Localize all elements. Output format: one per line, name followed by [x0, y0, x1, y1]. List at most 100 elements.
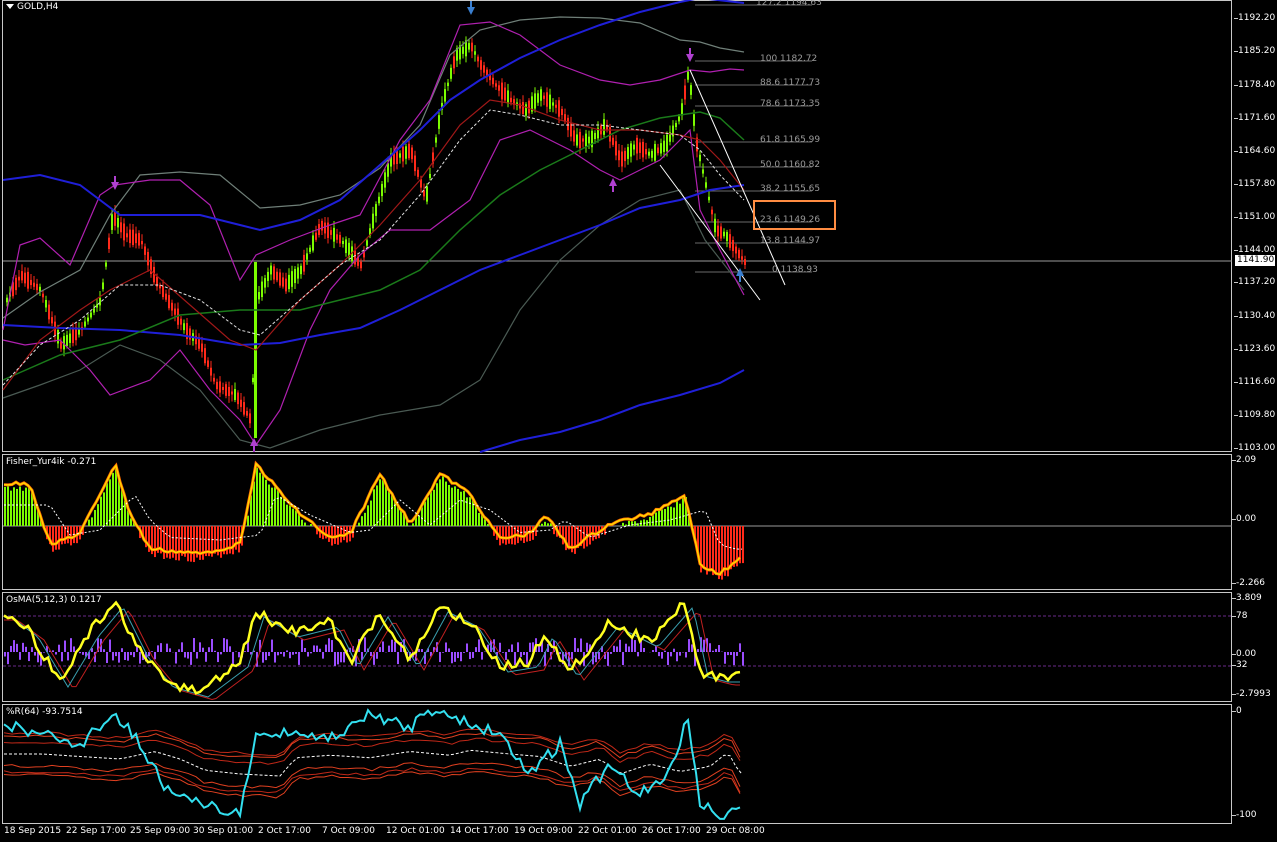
osma-hist-bar	[616, 646, 618, 652]
candle-body	[168, 295, 170, 309]
candle-body	[585, 133, 587, 147]
candle-body	[213, 377, 215, 382]
osma-hist-bar	[637, 652, 639, 657]
osma-hist-bar	[271, 639, 273, 652]
osma-hist-bar	[526, 652, 528, 665]
candle-body	[639, 142, 641, 153]
candle-body	[594, 132, 596, 140]
candle-body	[408, 143, 410, 159]
candle-body	[162, 286, 164, 298]
osma-hist-bar	[379, 647, 381, 652]
fisher-hist-bar	[520, 526, 522, 541]
candle-body	[123, 223, 125, 241]
main-chart-pane[interactable]: GOLD,H4 127.2 1194.63 100 1182.72 88.6 117…	[0, 0, 1277, 453]
osma-hist-bar	[4, 652, 6, 657]
osma-hist-bar	[391, 639, 393, 652]
candle-body	[126, 233, 128, 238]
osma-hist-bar	[115, 652, 117, 657]
candle-body	[372, 213, 374, 229]
fisher-hist-bar	[544, 521, 546, 526]
fisher-pane[interactable]: Fisher_Yur4ik -0.271 2.09 0.00 -2.266	[0, 454, 1277, 590]
price-axis-tick: 1144.00	[1233, 245, 1276, 255]
current-price-label: 1141.90	[1235, 255, 1275, 266]
osma-hist-bar	[364, 637, 366, 652]
fisher-hist-bar	[256, 467, 258, 526]
fisher-hist-bar	[22, 490, 24, 526]
fisher-hist-bar	[307, 525, 309, 526]
osma-hist-bar	[328, 638, 330, 652]
osma-hist-bar	[571, 652, 573, 660]
fisher-hist-bar	[88, 519, 90, 526]
osma-hist-bar	[181, 642, 183, 652]
osma-hist-bar	[664, 650, 666, 652]
candle-body	[444, 89, 446, 102]
candle-body	[627, 147, 629, 159]
candle-body	[210, 367, 212, 376]
candle-body	[699, 154, 701, 162]
candle-body	[180, 318, 182, 325]
candle-body	[303, 254, 305, 272]
fib-level-label: 100 1182.72	[760, 54, 818, 64]
fisher-hist-bar	[163, 526, 165, 559]
osma-hist-bar	[517, 642, 519, 652]
candle-body	[330, 230, 332, 235]
candle-body	[315, 232, 317, 240]
osma-hist-bar	[625, 643, 627, 652]
fib-level-label: 127.2 1194.63	[756, 0, 822, 8]
fisher-hist-bar	[259, 472, 261, 526]
osma-hist-bar	[229, 646, 231, 652]
fisher-hist-bar	[676, 501, 678, 526]
candle-body	[540, 89, 542, 101]
fisher-hist-bar	[562, 526, 564, 545]
candle-body	[261, 281, 263, 298]
candle-body	[576, 134, 578, 146]
candle-body	[135, 233, 137, 244]
osma-pane[interactable]: OsMA(5,12,3) 0.1217 3.809 78 0.00 32 -2.…	[0, 592, 1277, 702]
osma-hist-bar	[421, 649, 423, 652]
fisher-hist-bar	[421, 507, 423, 526]
osma-hist-bar	[73, 646, 75, 652]
osma-hist-bar	[451, 652, 453, 664]
candle-body	[663, 140, 665, 152]
price-axis-tick: 1185.20	[1233, 46, 1276, 56]
candle-body	[309, 247, 311, 252]
fisher-hist-bar	[7, 486, 9, 526]
fisher-hist-bar	[13, 487, 15, 526]
fisher-hist-bar	[679, 503, 681, 526]
fib-level-label: 61.8 1165.99	[760, 135, 821, 145]
osma-hist-bar	[322, 652, 324, 659]
fisher-hist-bar	[424, 501, 426, 526]
candle-body	[117, 217, 119, 228]
candle-body	[18, 276, 20, 281]
candle-body	[462, 46, 464, 54]
candle-body	[240, 399, 242, 407]
fisher-hist-bar	[367, 505, 369, 526]
candle-body	[333, 227, 335, 242]
osma-hist-bar	[607, 652, 609, 666]
candle-body	[90, 312, 92, 318]
osma-hist-bar	[394, 641, 396, 652]
candle-body	[588, 136, 590, 144]
candle-body	[336, 234, 338, 240]
fisher-hist-bar	[202, 526, 204, 560]
candle-body	[429, 173, 431, 179]
osma-axis-level-78: 78	[1231, 611, 1248, 621]
osma-hist-bar	[277, 652, 279, 656]
osma-hist-bar	[127, 652, 129, 661]
candle-body	[528, 100, 530, 114]
osma-hist-bar	[514, 652, 516, 665]
symbol-dropdown-icon[interactable]	[6, 4, 14, 9]
candle-body	[174, 308, 176, 315]
candle-body	[216, 381, 218, 390]
candle-body	[615, 141, 617, 156]
candle-body	[651, 150, 653, 158]
fisher-hist-bar	[4, 486, 6, 526]
candle-body	[141, 241, 143, 245]
osma-hist-bar	[619, 639, 621, 652]
wpr-pane[interactable]: %R(64) -93.7514 0 -100	[0, 704, 1277, 824]
candle-body	[537, 93, 539, 103]
fisher-hist-bar	[301, 519, 303, 526]
candle-body	[735, 246, 737, 254]
candle-body	[717, 225, 719, 237]
candle-body	[138, 233, 140, 246]
